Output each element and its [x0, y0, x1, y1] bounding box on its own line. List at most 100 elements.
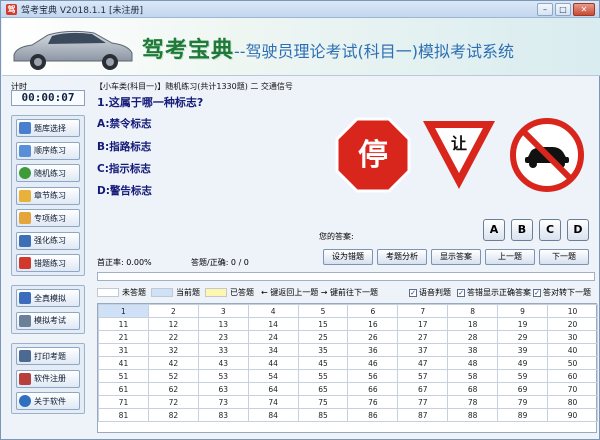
- question-cell[interactable]: 12: [147, 317, 199, 331]
- question-cell[interactable]: 40: [547, 343, 598, 357]
- question-cell[interactable]: 57: [397, 369, 449, 383]
- special-practice-button[interactable]: 专项练习: [16, 209, 80, 227]
- bank-select-button[interactable]: 题库选择: [16, 119, 80, 137]
- question-cell[interactable]: 25: [297, 330, 349, 344]
- question-cell[interactable]: 70: [547, 382, 598, 396]
- question-cell[interactable]: 8: [447, 304, 499, 318]
- question-cell[interactable]: 34: [247, 343, 299, 357]
- question-cell[interactable]: 78: [447, 395, 499, 409]
- question-cell[interactable]: 20: [547, 317, 598, 331]
- about-software-button[interactable]: 关于软件: [16, 392, 80, 410]
- question-cell[interactable]: 79: [497, 395, 549, 409]
- question-cell[interactable]: 39: [497, 343, 549, 357]
- answer-a-button[interactable]: A: [483, 219, 505, 241]
- question-cell[interactable]: 1: [98, 304, 149, 318]
- mark-wrong-button[interactable]: 设为错题: [323, 249, 373, 265]
- question-cell[interactable]: 22: [147, 330, 199, 344]
- question-cell[interactable]: 41: [98, 356, 149, 370]
- wrong-questions-button[interactable]: 错题练习: [16, 254, 80, 272]
- question-cell[interactable]: 59: [497, 369, 549, 383]
- question-cell[interactable]: 56: [347, 369, 399, 383]
- question-cell[interactable]: 35: [297, 343, 349, 357]
- auto-next-option[interactable]: ✓ 答对转下一题: [533, 287, 591, 298]
- chapter-practice-button[interactable]: 章节练习: [16, 186, 80, 205]
- answer-d-button[interactable]: D: [567, 219, 589, 241]
- voice-check-option[interactable]: ✓ 语音判题: [409, 287, 451, 298]
- question-cell[interactable]: 46: [347, 356, 399, 370]
- question-cell[interactable]: 50: [547, 356, 598, 370]
- question-cell[interactable]: 87: [397, 408, 449, 422]
- full-simulation-button[interactable]: 全真模拟: [16, 289, 80, 307]
- prev-question-button[interactable]: 上一题: [485, 249, 535, 265]
- question-cell[interactable]: 51: [98, 369, 149, 383]
- answer-c-button[interactable]: C: [539, 219, 561, 241]
- question-cell[interactable]: 49: [497, 356, 549, 370]
- question-cell[interactable]: 21: [98, 330, 149, 344]
- question-cell[interactable]: 38: [447, 343, 499, 357]
- question-cell[interactable]: 4: [247, 304, 299, 318]
- question-cell[interactable]: 23: [197, 330, 249, 344]
- question-cell[interactable]: 32: [147, 343, 199, 357]
- question-cell[interactable]: 17: [397, 317, 449, 331]
- question-cell[interactable]: 27: [397, 330, 449, 344]
- question-cell[interactable]: 24: [247, 330, 299, 344]
- question-cell[interactable]: 60: [547, 369, 598, 383]
- question-cell[interactable]: 55: [297, 369, 349, 383]
- question-cell[interactable]: 26: [347, 330, 399, 344]
- option-a[interactable]: A:禁令标志: [97, 116, 152, 131]
- question-cell[interactable]: 30: [547, 330, 598, 344]
- question-cell[interactable]: 14: [247, 317, 299, 331]
- question-analysis-button[interactable]: 考题分析: [377, 249, 427, 265]
- option-b[interactable]: B:指路标志: [97, 139, 151, 154]
- question-cell[interactable]: 84: [247, 408, 299, 422]
- question-cell[interactable]: 37: [397, 343, 449, 357]
- question-cell[interactable]: 43: [197, 356, 249, 370]
- random-practice-button[interactable]: 随机练习: [16, 164, 80, 182]
- question-cell[interactable]: 68: [447, 382, 499, 396]
- question-cell[interactable]: 36: [347, 343, 399, 357]
- question-cell[interactable]: 58: [447, 369, 499, 383]
- question-cell[interactable]: 53: [197, 369, 249, 383]
- question-cell[interactable]: 80: [547, 395, 598, 409]
- question-cell[interactable]: 67: [397, 382, 449, 396]
- question-cell[interactable]: 47: [397, 356, 449, 370]
- question-cell[interactable]: 71: [98, 395, 149, 409]
- question-cell[interactable]: 18: [447, 317, 499, 331]
- question-cell[interactable]: 16: [347, 317, 399, 331]
- checkbox-checked-icon[interactable]: ✓: [409, 288, 417, 297]
- checkbox-checked-icon[interactable]: ✓: [533, 288, 541, 297]
- question-cell[interactable]: 45: [297, 356, 349, 370]
- answer-b-button[interactable]: B: [511, 219, 533, 241]
- question-cell[interactable]: 62: [147, 382, 199, 396]
- question-cell[interactable]: 31: [98, 343, 149, 357]
- question-cell[interactable]: 76: [347, 395, 399, 409]
- question-cell[interactable]: 61: [98, 382, 149, 396]
- question-cell[interactable]: 9: [497, 304, 549, 318]
- question-cell[interactable]: 7: [397, 304, 449, 318]
- question-cell[interactable]: 42: [147, 356, 199, 370]
- sequential-practice-button[interactable]: 顺序练习: [16, 141, 80, 160]
- question-cell[interactable]: 28: [447, 330, 499, 344]
- next-question-button[interactable]: 下一题: [539, 249, 589, 265]
- question-cell[interactable]: 81: [98, 408, 149, 422]
- show-answer-button[interactable]: 显示答案: [431, 249, 481, 265]
- question-cell[interactable]: 5: [297, 304, 349, 318]
- mock-exam-button[interactable]: 模拟考试: [16, 311, 80, 330]
- question-cell[interactable]: 33: [197, 343, 249, 357]
- question-cell[interactable]: 13: [197, 317, 249, 331]
- question-cell[interactable]: 10: [547, 304, 598, 318]
- question-cell[interactable]: 19: [497, 317, 549, 331]
- question-cell[interactable]: 74: [247, 395, 299, 409]
- intensive-practice-button[interactable]: 强化练习: [16, 231, 80, 250]
- register-software-button[interactable]: 软件注册: [16, 369, 80, 388]
- question-cell[interactable]: 85: [297, 408, 349, 422]
- print-questions-button[interactable]: 打印考题: [16, 347, 80, 365]
- question-cell[interactable]: 48: [447, 356, 499, 370]
- question-cell[interactable]: 11: [98, 317, 149, 331]
- question-cell[interactable]: 6: [347, 304, 399, 318]
- question-cell[interactable]: 86: [347, 408, 399, 422]
- question-cell[interactable]: 77: [397, 395, 449, 409]
- close-button[interactable]: ✕: [573, 3, 595, 16]
- option-d[interactable]: D:警告标志: [97, 183, 152, 198]
- question-cell[interactable]: 3: [197, 304, 249, 318]
